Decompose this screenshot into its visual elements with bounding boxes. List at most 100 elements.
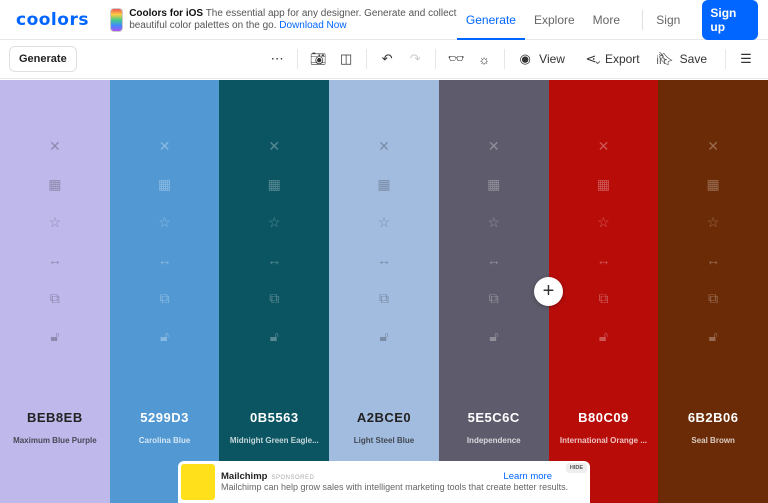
color-name: Carolina Blue: [138, 436, 191, 445]
copy-icon[interactable]: ⧉: [379, 290, 389, 328]
lock-icon[interactable]: 🔓︎: [489, 328, 498, 366]
sun-icon[interactable]: ☼: [470, 52, 498, 67]
color-column[interactable]: ✕ ▦ ☆ ↔ ⧉ 🔓︎ 6B2B06 Seal Brown: [658, 80, 768, 503]
eye-icon[interactable]: ◉: [511, 51, 539, 67]
star-icon[interactable]: ☆: [378, 214, 391, 252]
star-icon[interactable]: ☆: [268, 214, 281, 252]
sponsored-label: SPONSORED: [271, 475, 315, 481]
close-icon[interactable]: ✕: [49, 138, 61, 176]
undo-icon[interactable]: ↶: [373, 51, 401, 67]
grid-icon[interactable]: ▦: [707, 176, 720, 214]
sign-up-button[interactable]: Sign up: [702, 0, 759, 40]
drag-icon[interactable]: ↔: [267, 252, 281, 290]
add-color-button[interactable]: +: [534, 277, 563, 306]
lock-icon[interactable]: 🔓︎: [599, 328, 608, 366]
nav-explore[interactable]: Explore: [525, 0, 584, 40]
lock-icon[interactable]: 🔓︎: [270, 328, 279, 366]
color-hex[interactable]: A2BCE0: [329, 410, 439, 425]
color-hex[interactable]: 5E5C6C: [439, 410, 549, 425]
drag-icon[interactable]: ↔: [596, 252, 610, 290]
hide-ad-button[interactable]: HIDE: [565, 463, 587, 473]
close-icon[interactable]: ✕: [159, 138, 171, 176]
sidebar-panel-icon[interactable]: ◫: [332, 51, 360, 67]
copy-icon[interactable]: ⧉: [489, 290, 499, 328]
mailchimp-logo: [181, 464, 215, 500]
more-options-icon[interactable]: ⋯: [263, 51, 291, 67]
drag-icon[interactable]: ↔: [158, 252, 172, 290]
copy-icon[interactable]: ⧉: [269, 290, 279, 328]
drag-icon[interactable]: ↔: [487, 252, 501, 290]
color-name: Midnight Green Eagle...: [229, 436, 319, 445]
sign-in-link[interactable]: Sign in: [647, 0, 698, 67]
grid-icon[interactable]: ▦: [268, 176, 281, 214]
grid-icon[interactable]: ▦: [487, 176, 500, 214]
close-icon[interactable]: ✕: [268, 138, 280, 176]
color-hex[interactable]: BEB8EB: [0, 410, 110, 425]
divider: [435, 49, 437, 69]
lock-icon[interactable]: 🔓︎: [50, 328, 59, 366]
view-button[interactable]: View: [539, 52, 565, 66]
color-hex[interactable]: 0B5563: [219, 410, 329, 425]
color-column[interactable]: ✕ ▦ ☆ ↔ ⧉ 🔓︎ 5E5C6C Independence: [438, 80, 549, 503]
save-button[interactable]: Save: [680, 52, 707, 66]
close-icon[interactable]: ✕: [378, 138, 390, 176]
app-icon: [110, 7, 124, 32]
star-icon[interactable]: ☆: [487, 214, 500, 252]
color-hex[interactable]: 6B2B06: [658, 410, 768, 425]
color-name: Independence: [466, 436, 521, 445]
redo-icon[interactable]: ↷: [401, 51, 429, 67]
drag-icon[interactable]: ↔: [706, 252, 720, 290]
star-icon[interactable]: ☆: [49, 214, 62, 252]
divider: [297, 49, 299, 69]
ios-promo[interactable]: Coolors for iOS The essential app for an…: [110, 7, 457, 32]
top-nav: coolors Coolors for iOS The essential ap…: [0, 0, 768, 67]
color-hex[interactable]: 5299D3: [110, 410, 220, 425]
glasses-icon[interactable]: 👓︎: [442, 51, 470, 67]
lock-icon[interactable]: 🔓︎: [709, 328, 718, 366]
coolors-logo[interactable]: coolors: [16, 10, 108, 30]
color-name: International Orange ...: [559, 436, 648, 445]
color-column[interactable]: ✕ ▦ ☆ ↔ ⧉ 🔓︎ B80C09 International Orange ...: [548, 80, 659, 503]
copy-icon[interactable]: ⧉: [708, 290, 718, 328]
star-icon[interactable]: ☆: [707, 214, 720, 252]
copy-icon[interactable]: ⧉: [50, 290, 60, 328]
star-icon[interactable]: ☆: [597, 214, 610, 252]
copy-icon[interactable]: ⧉: [160, 290, 170, 328]
toolbar: Generate ⋯ 📷︎ ◫ ↶ ↷ 👓︎ ☼ ◉ View ⋖ Export 🔖…: [0, 40, 768, 79]
generate-button[interactable]: Generate: [9, 46, 77, 72]
grid-icon[interactable]: ▦: [377, 176, 390, 214]
camera-icon[interactable]: 📷︎: [304, 51, 332, 67]
grid-icon[interactable]: ▦: [158, 176, 171, 214]
lock-icon[interactable]: 🔓︎: [379, 328, 388, 366]
nav-more-label: More: [592, 12, 620, 27]
nav-more[interactable]: More ⌄: [584, 0, 639, 67]
close-icon[interactable]: ✕: [707, 138, 719, 176]
color-hex[interactable]: B80C09: [549, 410, 659, 425]
menu-icon[interactable]: ☰: [732, 51, 760, 67]
drag-icon[interactable]: ↔: [48, 252, 62, 290]
color-column[interactable]: ✕ ▦ ☆ ↔ ⧉ 🔓︎ BEB8EB Maximum Blue Purple: [0, 80, 110, 503]
color-column[interactable]: ✕ ▦ ☆ ↔ ⧉ 🔓︎ A2BCE0 Light Steel Blue: [329, 80, 439, 503]
star-icon[interactable]: ☆: [158, 214, 171, 252]
grid-icon[interactable]: ▦: [597, 176, 610, 214]
export-button[interactable]: Export: [605, 52, 640, 66]
sponsored-ad[interactable]: Mailchimp SPONSORED Mailchimp can help gr…: [178, 461, 590, 503]
ad-text: Mailchimp can help grow sales with intel…: [221, 482, 569, 492]
download-link[interactable]: Download Now: [279, 20, 346, 31]
color-name: Light Steel Blue: [353, 436, 415, 445]
ad-title: Mailchimp: [221, 471, 268, 482]
copy-icon[interactable]: ⧉: [598, 290, 608, 328]
drag-icon[interactable]: ↔: [377, 252, 391, 290]
color-column[interactable]: ✕ ▦ ☆ ↔ ⧉ 🔓︎ 0B5563 Midnight Green Eagle...: [219, 80, 330, 503]
learn-more-link[interactable]: Learn more: [503, 471, 552, 482]
nav-generate[interactable]: Generate: [456, 0, 525, 40]
color-column[interactable]: ✕ ▦ ☆ ↔ ⧉ 🔓︎ 5299D3 Carolina Blue: [109, 80, 220, 503]
grid-icon[interactable]: ▦: [48, 176, 61, 214]
lock-icon[interactable]: 🔓︎: [160, 328, 169, 366]
divider: [642, 9, 644, 30]
chevron-down-icon: ⌄: [592, 52, 603, 67]
color-name: Maximum Blue Purple: [13, 436, 97, 445]
close-icon[interactable]: ✕: [598, 138, 610, 176]
close-icon[interactable]: ✕: [488, 138, 500, 176]
color-name: Seal Brown: [691, 436, 735, 445]
